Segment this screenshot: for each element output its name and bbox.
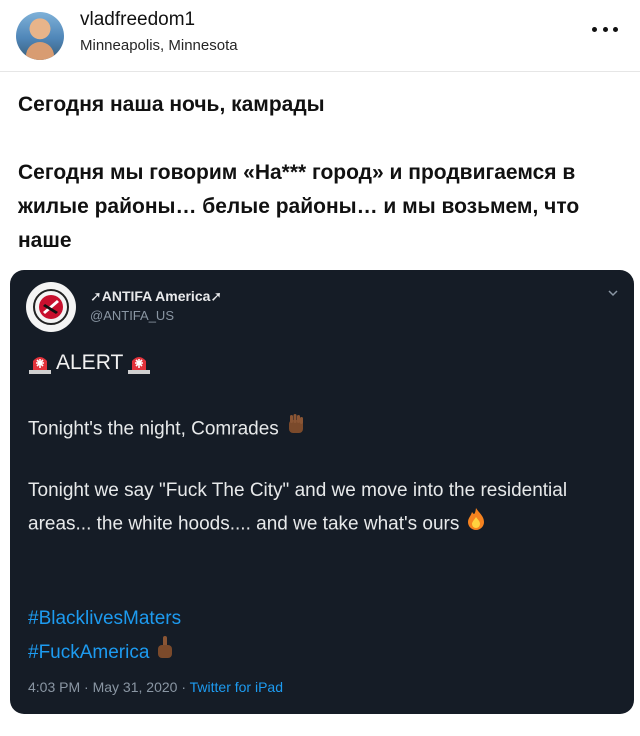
more-horizontal-icon[interactable] bbox=[592, 24, 618, 34]
post-header: vladfreedom1 Minneapolis, Minnesota bbox=[0, 0, 640, 72]
location[interactable]: Minneapolis, Minnesota bbox=[80, 37, 238, 54]
post-caption: Сегодня наша ночь, камрады Сегодня мы го… bbox=[18, 88, 618, 258]
police-siren-icon bbox=[127, 351, 151, 375]
caption-line-2: Сегодня мы говорим «На*** город» и продв… bbox=[18, 161, 580, 252]
fire-icon bbox=[465, 507, 487, 542]
police-siren-icon bbox=[28, 351, 52, 375]
flag-icon: ➚ bbox=[210, 288, 223, 304]
alert-label: ALERT bbox=[56, 351, 124, 374]
hashtags: #BlacklivesMaters #FuckAmerica bbox=[28, 602, 181, 670]
hashtag-link[interactable]: #BlacklivesMaters bbox=[28, 602, 181, 635]
tweet-display-name[interactable]: ➚ANTIFA America➚ bbox=[90, 288, 222, 305]
tweet-source-link[interactable]: Twitter for iPad bbox=[190, 679, 283, 695]
raised-fist-icon bbox=[284, 412, 308, 447]
tweet-text-line-1: Tonight's the night, Comrades bbox=[28, 412, 618, 447]
hashtag-link[interactable]: #FuckAmerica bbox=[28, 636, 149, 669]
flag-icon: ➚ bbox=[90, 288, 102, 304]
tweet-meta: 4:03 PM · May 31, 2020 · Twitter for iPa… bbox=[28, 679, 284, 695]
chevron-down-icon[interactable] bbox=[608, 288, 618, 298]
tweet-date: May 31, 2020 bbox=[92, 679, 178, 695]
tweet-time: 4:03 PM bbox=[28, 679, 81, 695]
caption-line-1: Сегодня наша ночь, камрады bbox=[18, 93, 325, 116]
avatar[interactable] bbox=[16, 12, 64, 60]
tweet-handle[interactable]: @ANTIFA_US bbox=[90, 308, 174, 323]
middle-finger-icon bbox=[155, 635, 175, 670]
tweet-text-line-2: Tonight we say "Fuck The City" and we mo… bbox=[28, 475, 618, 542]
tweet-card: ➚ANTIFA America➚ @ANTIFA_US ALERT Tonigh… bbox=[10, 270, 634, 714]
tweet-avatar bbox=[26, 282, 76, 332]
username[interactable]: vladfreedom1 bbox=[80, 9, 195, 31]
alert-row: ALERT bbox=[28, 348, 151, 378]
